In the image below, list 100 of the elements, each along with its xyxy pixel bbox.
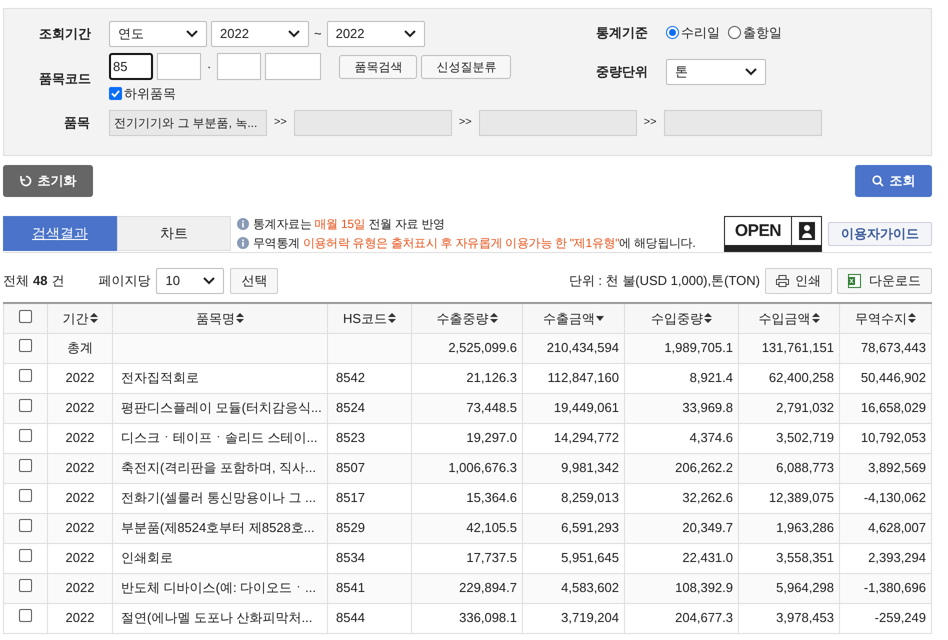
item-name-cell: 축전지(격리판을 포함하며, 직사... [112, 453, 328, 483]
chevron-down-icon [404, 30, 416, 38]
item-path-field[interactable]: 전기기기와 그 부분품, 녹... [109, 110, 267, 136]
item-name-cell: 전화기(셀룰러 통신망용이나 그 ... [112, 483, 328, 513]
number-cell: 3,978,453 [738, 603, 840, 633]
code-input-field[interactable] [157, 53, 201, 80]
code-input-field[interactable] [265, 53, 322, 80]
column-header[interactable]: 수입중량 [624, 303, 738, 333]
checkbox[interactable] [19, 549, 32, 562]
period-label: 조회기간 [39, 25, 92, 44]
number-cell: -1,380,696 [840, 573, 932, 603]
item-path-field[interactable] [294, 110, 452, 136]
hs-code-cell: 8523 [328, 423, 412, 453]
path-separator: >> [273, 115, 288, 130]
number-cell: 229,894.7 [412, 573, 522, 603]
checkbox[interactable] [19, 310, 32, 322]
checkbox[interactable] [19, 429, 32, 442]
radio-button[interactable] [666, 26, 679, 40]
hs-code-cell: 8541 [328, 573, 412, 603]
column-header[interactable]: 수출중량 [412, 303, 522, 333]
number-cell: 12,389,075 [738, 483, 840, 513]
checkbox[interactable] [19, 339, 32, 352]
sort-descending-icon[interactable] [596, 316, 604, 321]
checkbox[interactable] [19, 369, 32, 382]
column-header[interactable]: 기간 [48, 303, 112, 333]
search-button[interactable]: 조회 [855, 165, 932, 197]
weight-unit-label: 중량단위 [596, 62, 649, 81]
item-code-button[interactable]: 신성질분류 [421, 54, 512, 78]
number-cell: 5,951,645 [522, 543, 624, 573]
sort-icon[interactable] [704, 313, 712, 324]
per-page-select[interactable]: 10 [156, 268, 224, 294]
column-header[interactable]: 수출금액 [522, 303, 624, 333]
path-separator: >> [642, 115, 658, 130]
total-unit: 건 [51, 272, 64, 290]
number-cell: 16,658,029 [840, 393, 932, 423]
checkbox[interactable] [19, 459, 32, 472]
result-tab[interactable]: 검색결과 [3, 216, 117, 251]
chevron-down-icon [186, 30, 198, 38]
period-cell: 2022 [48, 453, 112, 483]
spreadsheet-icon [848, 274, 861, 288]
select-button[interactable]: 선택 [230, 268, 278, 294]
chevron-down-icon [745, 68, 757, 76]
number-cell: 3,502,719 [738, 423, 840, 453]
unit-note: 단위 : 천 불(USD 1,000),톤(TON) [568, 272, 760, 290]
number-cell: 8,921.4 [624, 363, 738, 393]
number-cell: -259,249 [840, 603, 932, 633]
period-cell: 2022 [48, 543, 112, 573]
checkbox[interactable] [19, 579, 32, 592]
code-input-field[interactable]: 85 [109, 53, 153, 80]
item-code-label: 품목코드 [39, 70, 92, 88]
code-input-field[interactable] [217, 53, 262, 80]
sort-icon[interactable] [812, 313, 820, 324]
number-cell: 19,449,061 [522, 393, 624, 423]
from-year-select[interactable]: 2022 [211, 21, 309, 47]
column-header[interactable]: 수입금액 [738, 303, 840, 333]
number-cell: 2,791,032 [738, 393, 840, 423]
path-separator: >> [458, 115, 473, 130]
number-cell: 42,105.5 [412, 513, 522, 543]
hs-code-cell: 8534 [328, 543, 412, 573]
per-page-label: 페이지당 [98, 272, 150, 290]
sort-icon[interactable] [90, 313, 98, 324]
period-cell: 2022 [48, 483, 112, 513]
download-button[interactable]: 다운로드 [837, 268, 932, 294]
info-icon [237, 218, 249, 230]
radio-button[interactable] [728, 26, 741, 40]
period-cell: 2022 [48, 573, 112, 603]
checkbox[interactable] [19, 399, 32, 412]
period-unit-select[interactable]: 연도 [109, 21, 207, 47]
item-path-field[interactable] [664, 110, 822, 136]
result-tab[interactable]: 차트 [117, 216, 231, 251]
number-cell: 108,392.9 [624, 573, 738, 603]
item-name-cell: 평판디스플레이 모듈(터치감응식... [112, 393, 328, 423]
reset-button[interactable]: 초기화 [3, 165, 93, 197]
print-button[interactable]: 인쇄 [765, 268, 832, 294]
checkbox[interactable] [19, 519, 32, 532]
to-year-select[interactable]: 2022 [326, 21, 425, 47]
item-path-field[interactable] [478, 110, 637, 136]
number-cell: 17,737.5 [412, 543, 522, 573]
column-header[interactable]: 품목명 [112, 303, 328, 333]
column-header[interactable]: 무역수지 [840, 303, 932, 333]
number-cell: 33,969.8 [624, 393, 738, 423]
basis-radio-option[interactable]: 출항일 [728, 23, 782, 42]
item-code-button[interactable]: 품목검색 [339, 54, 418, 78]
sort-icon[interactable] [388, 313, 396, 324]
sort-icon[interactable] [490, 313, 498, 324]
checkbox[interactable] [109, 87, 122, 100]
total-label: 전체 [3, 272, 29, 290]
checkbox[interactable] [19, 609, 32, 622]
basis-radio-option[interactable]: 수리일 [666, 23, 720, 42]
weight-unit-select[interactable]: 톤 [666, 58, 766, 84]
item-name-cell: 부분품(제8524호부터 제8528호... [112, 513, 328, 543]
user-guide-button[interactable]: 이용자가이드 [828, 222, 932, 246]
column-header[interactable]: HS코드 [328, 303, 412, 333]
open-license-logo: OPEN [724, 216, 822, 252]
checkbox[interactable] [19, 489, 32, 502]
sort-icon[interactable] [236, 313, 244, 324]
number-cell: 1,963,286 [738, 513, 840, 543]
sort-icon[interactable] [908, 313, 916, 324]
chevron-down-icon [288, 30, 300, 38]
sub-items-checkbox-label[interactable]: 하위품목 [109, 84, 512, 104]
